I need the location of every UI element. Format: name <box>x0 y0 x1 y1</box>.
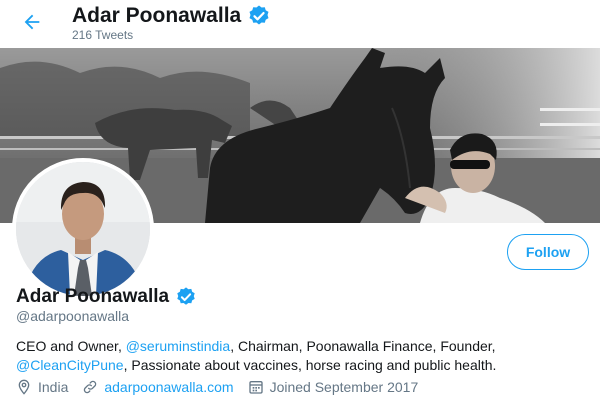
location-text: India <box>38 379 69 395</box>
link-icon <box>84 380 97 394</box>
joined-text: Joined September 2017 <box>269 379 419 395</box>
profile-header-bar: Adar Poonawalla 216 Tweets <box>0 0 600 48</box>
location-item: India <box>16 379 68 395</box>
website-link[interactable]: adarpoonawalla.com <box>104 379 233 395</box>
joined-item: Joined September 2017 <box>248 379 419 395</box>
website-item[interactable]: adarpoonawalla.com <box>82 379 234 395</box>
profile-meta: India adarpoonawalla.com Joined Septembe… <box>16 379 432 395</box>
arrow-left-icon <box>24 14 40 30</box>
tweet-count: 216 Tweets <box>72 28 134 42</box>
calendar-icon <box>248 381 263 394</box>
verified-badge-icon <box>177 287 195 305</box>
location-pin-icon <box>18 379 30 395</box>
verified-badge-icon <box>249 5 269 25</box>
header-name: Adar Poonawalla <box>72 4 242 27</box>
mention-link[interactable]: @CleanCityPune <box>16 357 124 373</box>
bio-text: , Passionate about vaccines, horse racin… <box>123 357 497 373</box>
back-button[interactable] <box>16 8 48 36</box>
mention-link[interactable]: @seruminstindia <box>126 338 230 354</box>
profile-handle: @adarpoonawalla <box>16 308 130 324</box>
follow-button[interactable]: Follow <box>507 234 589 270</box>
avatar[interactable] <box>12 158 154 300</box>
avatar-image <box>16 162 150 296</box>
profile-name: Adar Poonawalla <box>16 286 170 307</box>
bio-text: CEO and Owner, <box>16 338 126 354</box>
profile-name-row: Adar Poonawalla <box>16 286 197 308</box>
header-name-row: Adar Poonawalla <box>72 4 271 28</box>
bio-text: , Chairman, Poonawalla Finance, Founder, <box>230 338 496 354</box>
profile-bio: CEO and Owner, @seruminstindia, Chairman… <box>16 337 586 375</box>
